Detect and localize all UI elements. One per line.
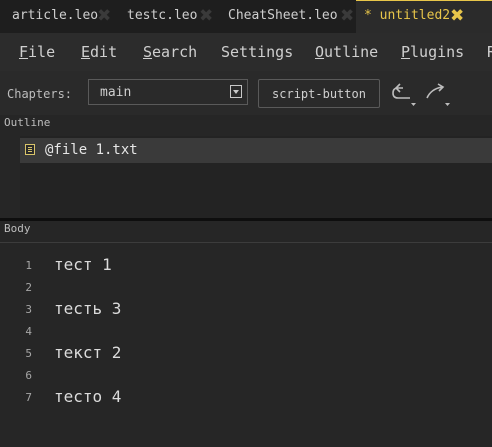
menu-outline-rest: utline (324, 43, 379, 61)
tree-node-label: @file 1.txt (45, 142, 138, 158)
menu-file-mnemonic: F (19, 43, 29, 61)
line-number: 1 (25, 259, 32, 272)
menu-truncated-label: R (487, 43, 492, 61)
body-line: текст 2 (54, 343, 122, 362)
outline-pane[interactable]: @file 1.txt (20, 136, 492, 219)
line-number: 7 (25, 391, 32, 404)
dropdown-arrow-icon[interactable] (230, 85, 242, 98)
undo-icon[interactable] (390, 81, 418, 111)
redo-icon[interactable] (424, 81, 452, 111)
body-line: тесть 3 (54, 299, 122, 318)
close-icon[interactable]: ✖ (199, 7, 213, 25)
menu-file-rest: ile (28, 43, 56, 61)
menu-search[interactable]: Search (143, 43, 197, 61)
close-icon[interactable]: ✖ (340, 7, 354, 25)
menu-outline-mnemonic: O (315, 43, 325, 61)
tab-label: testc.leo (127, 8, 198, 23)
tab-untitled2[interactable]: * untitled2 ✖ (356, 0, 492, 33)
line-number: 3 (25, 303, 32, 316)
toolbar: Chapters: main script-button (0, 71, 492, 115)
script-button[interactable]: script-button (258, 79, 380, 108)
tab-label: article.leo (12, 8, 99, 23)
body-line: тесто 4 (54, 387, 122, 406)
close-icon[interactable]: ✖ (97, 7, 111, 25)
menu-plugins[interactable]: Plugins (401, 43, 464, 61)
menu-plugins-mnemonic: P (401, 43, 411, 61)
node-icon (25, 144, 35, 155)
tree-node[interactable]: @file 1.txt (20, 138, 492, 163)
menu-search-rest: earch (152, 43, 198, 61)
menu-truncated[interactable]: R (487, 43, 492, 61)
body-line: тест 1 (54, 255, 112, 274)
menu-settings[interactable]: Settings (221, 43, 293, 61)
tab-cheatsheet[interactable]: CheatSheet.leo ✖ (216, 0, 356, 33)
menu-edit-rest: dit (90, 43, 118, 61)
chapters-label: Chapters: (7, 87, 73, 101)
close-icon[interactable]: ✖ (450, 7, 464, 25)
menu-bar: File Edit Search Settings Outline Plugin… (0, 33, 492, 71)
line-number: 4 (25, 325, 32, 338)
menu-file[interactable]: File (19, 43, 55, 61)
line-number: 5 (25, 347, 32, 360)
menu-outline[interactable]: Outline (315, 43, 378, 61)
menu-edit[interactable]: Edit (81, 43, 117, 61)
outline-label: Outline (4, 116, 51, 129)
menu-edit-mnemonic: E (81, 43, 91, 61)
tab-article[interactable]: article.leo ✖ (0, 0, 115, 33)
menu-settings-label: Settings (221, 43, 294, 61)
menu-search-mnemonic: S (143, 43, 153, 61)
tab-label: CheatSheet.leo (228, 8, 338, 23)
menu-plugins-rest: lugins (410, 43, 465, 61)
tab-bar: article.leo ✖ testc.leo ✖ CheatSheet.leo… (0, 0, 492, 33)
chapter-select[interactable]: main (88, 79, 248, 105)
pane-splitter[interactable] (0, 218, 492, 221)
body-editor[interactable]: 1 тест 1 2 3 тесть 3 4 5 текст 2 6 7 тес… (0, 242, 492, 447)
chapter-value: main (100, 85, 132, 100)
line-number: 6 (25, 369, 32, 382)
tab-label: * untitled2 (364, 8, 451, 23)
body-label: Body (4, 222, 31, 235)
line-number: 2 (25, 281, 32, 294)
tab-testc[interactable]: testc.leo ✖ (115, 0, 216, 33)
